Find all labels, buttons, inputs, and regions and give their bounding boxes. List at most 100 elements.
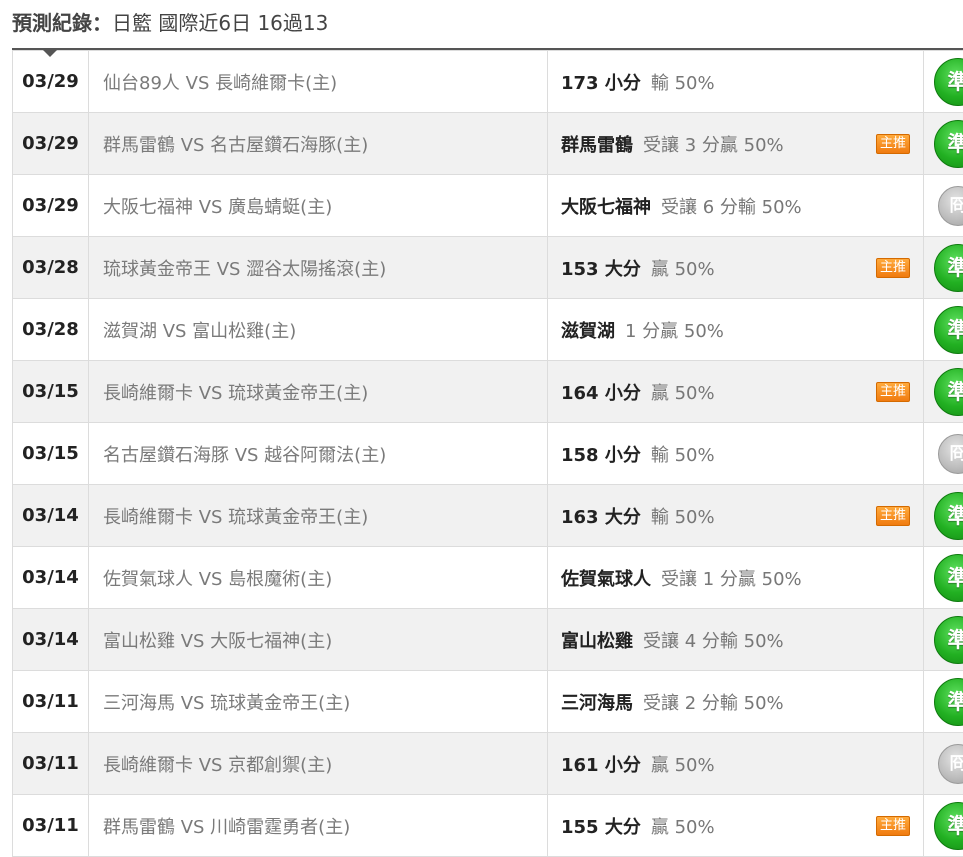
record-result: 準	[924, 485, 963, 547]
table-row: 03/28滋賀湖 VS 富山松雞(主) 滋賀湖 1 分贏 50% 準	[13, 299, 963, 361]
result-miss-icon: 冏	[938, 186, 963, 226]
featured-badge: 主推	[876, 382, 910, 402]
pick-selection: 滋賀湖	[561, 321, 615, 342]
result-miss-icon: 冏	[938, 744, 963, 784]
page-title: 預測紀錄：日籃 國際近6日 16過13	[12, 7, 328, 36]
pick-selection: 164 小分	[561, 383, 641, 404]
record-match[interactable]: 大阪七福神 VS 廣島蜻蜓(主)	[89, 175, 548, 237]
table-row: 03/11群馬雷鶴 VS 川崎雷霆勇者(主) 155 大分贏 50% 主推 準	[13, 795, 963, 857]
table-row: 03/15名古屋鑽石海豚 VS 越谷阿爾法(主)158 小分輸 50%冏	[13, 423, 963, 485]
record-result: 準	[924, 795, 963, 857]
pick-detail: 輸 50%	[651, 73, 715, 94]
record-match[interactable]: 長崎維爾卡 VS 琉球黃金帝王(主)	[89, 361, 548, 423]
result-hit-icon: 準	[934, 802, 963, 850]
pick-detail: 受讓 1 分贏 50%	[661, 569, 802, 590]
result-hit-icon: 準	[934, 306, 963, 354]
records-header: 預測紀錄：日籃 國際近6日 16過13	[12, 0, 963, 50]
record-match[interactable]: 長崎維爾卡 VS 京都創禦(主)	[89, 733, 548, 795]
result-hit-icon: 準	[934, 616, 963, 664]
featured-badge: 主推	[876, 816, 910, 836]
table-row: 03/29仙台89人 VS 長崎維爾卡(主)173 小分輸 50%準	[13, 51, 963, 113]
result-hit-icon: 準	[934, 244, 963, 292]
table-row: 03/15長崎維爾卡 VS 琉球黃金帝王(主)164 小分贏 50%主推準	[13, 361, 963, 423]
result-hit-icon: 準	[934, 678, 963, 726]
record-date: 03/29	[13, 175, 89, 237]
record-match[interactable]: 仙台89人 VS 長崎維爾卡(主)	[89, 51, 548, 113]
result-hit-icon: 準	[934, 368, 963, 416]
record-pick: 158 小分輸 50%	[548, 423, 924, 485]
pick-selection: 三河海馬	[561, 693, 633, 714]
record-match[interactable]: 琉球黃金帝王 VS 澀谷太陽搖滾(主)	[89, 237, 548, 299]
table-row: 03/14長崎維爾卡 VS 琉球黃金帝王(主) 163 大分輸 50% 主推 準	[13, 485, 963, 547]
pick-selection: 155 大分	[561, 817, 641, 838]
record-result: 準	[924, 547, 963, 609]
record-result: 冏	[924, 175, 963, 237]
pick-detail: 受讓 2 分輸 50%	[643, 693, 784, 714]
record-pick: 滋賀湖 1 分贏 50%	[548, 299, 924, 361]
result-hit-icon: 準	[934, 58, 963, 106]
pick-detail: 受讓 4 分輸 50%	[643, 631, 784, 652]
record-date: 03/14	[13, 547, 89, 609]
record-match[interactable]: 群馬雷鶴 VS 川崎雷霆勇者(主)	[89, 795, 548, 857]
record-date: 03/29	[13, 113, 89, 175]
record-result: 冏	[924, 423, 963, 485]
result-hit-icon: 準	[934, 120, 963, 168]
record-pick: 161 小分贏 50%	[548, 733, 924, 795]
record-match[interactable]: 富山松雞 VS 大阪七福神(主)	[89, 609, 548, 671]
pick-detail: 贏 50%	[651, 817, 715, 838]
table-row: 03/29大阪七福神 VS 廣島蜻蜓(主)大阪七福神受讓 6 分輸 50%冏	[13, 175, 963, 237]
record-pick: 155 大分贏 50% 主推	[548, 795, 924, 857]
record-result: 準	[924, 361, 963, 423]
record-result: 準	[924, 299, 963, 361]
record-date: 03/11	[13, 733, 89, 795]
pick-detail: 贏 50%	[651, 383, 715, 404]
record-date: 03/14	[13, 485, 89, 547]
pick-detail: 受讓 6 分輸 50%	[661, 197, 802, 218]
result-hit-icon: 準	[934, 492, 963, 540]
pick-selection: 153 大分	[561, 259, 641, 280]
pick-selection: 158 小分	[561, 445, 641, 466]
record-pick: 大阪七福神受讓 6 分輸 50%	[548, 175, 924, 237]
pick-selection: 大阪七福神	[561, 197, 651, 218]
pick-selection: 161 小分	[561, 755, 641, 776]
title-league: 日籃 國際近6日 16過13	[112, 11, 328, 35]
record-match[interactable]: 滋賀湖 VS 富山松雞(主)	[89, 299, 548, 361]
record-match[interactable]: 三河海馬 VS 琉球黃金帝王(主)	[89, 671, 548, 733]
table-row: 03/14富山松雞 VS 大阪七福神(主)富山松雞受讓 4 分輸 50%準	[13, 609, 963, 671]
record-pick: 173 小分輸 50%	[548, 51, 924, 113]
record-pick: 153 大分贏 50% 主推	[548, 237, 924, 299]
record-date: 03/14	[13, 609, 89, 671]
pick-detail: 贏 50%	[651, 259, 715, 280]
featured-badge: 主推	[876, 506, 910, 526]
record-match[interactable]: 長崎維爾卡 VS 琉球黃金帝王(主)	[89, 485, 548, 547]
record-match[interactable]: 群馬雷鶴 VS 名古屋鑽石海豚(主)	[89, 113, 548, 175]
record-pick: 富山松雞受讓 4 分輸 50%	[548, 609, 924, 671]
pick-selection: 佐賀氣球人	[561, 569, 651, 590]
result-miss-icon: 冏	[938, 434, 963, 474]
record-result: 準	[924, 237, 963, 299]
header-pointer-icon	[43, 50, 57, 57]
record-date: 03/11	[13, 795, 89, 857]
table-row: 03/28琉球黃金帝王 VS 澀谷太陽搖滾(主)153 大分贏 50%主推準	[13, 237, 963, 299]
record-result: 冏	[924, 733, 963, 795]
record-date: 03/11	[13, 671, 89, 733]
record-date: 03/29	[13, 51, 89, 113]
record-date: 03/15	[13, 423, 89, 485]
record-pick: 群馬雷鶴受讓 3 分贏 50%主推	[548, 113, 924, 175]
record-date: 03/28	[13, 299, 89, 361]
pick-detail: 1 分贏 50%	[625, 321, 724, 342]
pick-detail: 輸 50%	[651, 445, 715, 466]
table-row: 03/29群馬雷鶴 VS 名古屋鑽石海豚(主)群馬雷鶴受讓 3 分贏 50%主推…	[13, 113, 963, 175]
record-result: 準	[924, 609, 963, 671]
pick-detail: 贏 50%	[651, 755, 715, 776]
featured-badge: 主推	[876, 258, 910, 278]
record-result: 準	[924, 113, 963, 175]
featured-badge: 主推	[876, 134, 910, 154]
result-hit-icon: 準	[934, 554, 963, 602]
record-match[interactable]: 佐賀氣球人 VS 島根魔術(主)	[89, 547, 548, 609]
pick-detail: 輸 50%	[651, 507, 715, 528]
record-pick: 164 小分贏 50% 主推	[548, 361, 924, 423]
records-body: 03/29仙台89人 VS 長崎維爾卡(主)173 小分輸 50%準03/29群…	[13, 51, 963, 857]
record-match[interactable]: 名古屋鑽石海豚 VS 越谷阿爾法(主)	[89, 423, 548, 485]
pick-selection: 163 大分	[561, 507, 641, 528]
